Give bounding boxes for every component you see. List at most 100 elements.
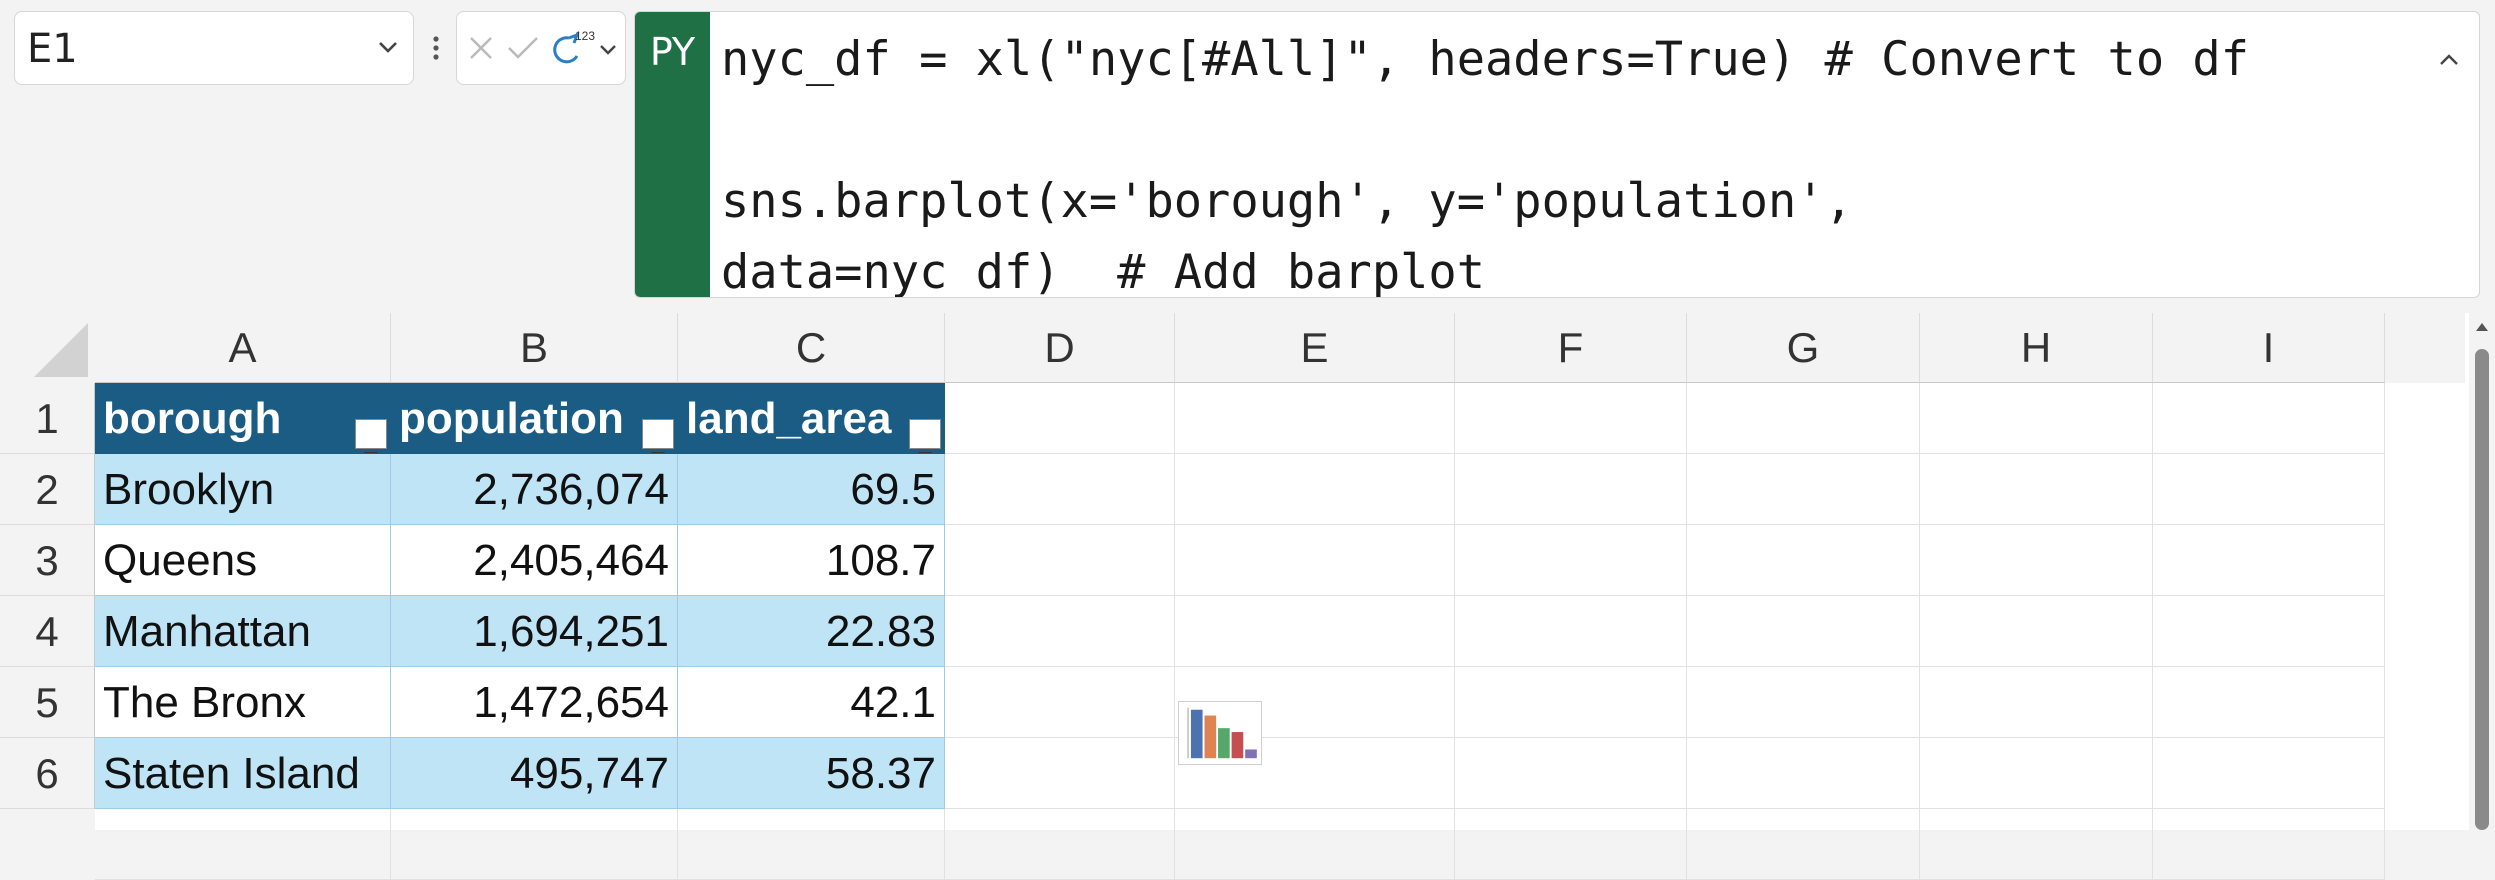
filter-dropdown-icon[interactable]: [909, 419, 941, 453]
cell[interactable]: [1455, 454, 1687, 525]
table-header-label: land_area: [686, 394, 892, 443]
name-box[interactable]: E1: [14, 11, 414, 85]
vertical-scrollbar[interactable]: [2469, 313, 2495, 830]
filter-dropdown-icon[interactable]: [355, 419, 387, 453]
cell[interactable]: [1920, 738, 2153, 809]
table-cell[interactable]: Staten Island: [95, 738, 391, 809]
cell[interactable]: [2153, 667, 2385, 738]
cell[interactable]: [1920, 383, 2153, 454]
code-line: sns.barplot(x='borough', y='population',: [721, 174, 1853, 229]
cell[interactable]: [678, 809, 945, 880]
cell[interactable]: [1687, 809, 1920, 880]
thumbnail-bar: [1231, 732, 1244, 759]
enter-check-icon[interactable]: [503, 30, 543, 66]
table-cell[interactable]: 69.5: [678, 454, 945, 525]
cell[interactable]: [1687, 525, 1920, 596]
cell[interactable]: [2153, 809, 2385, 880]
column-header[interactable]: D: [945, 313, 1175, 383]
table-cell[interactable]: 108.7: [678, 525, 945, 596]
scroll-up-icon[interactable]: [2474, 319, 2490, 333]
scroll-thumb[interactable]: [2475, 349, 2489, 830]
cell[interactable]: [1175, 525, 1455, 596]
table-cell[interactable]: 495,747: [391, 738, 678, 809]
table-cell[interactable]: The Bronx: [95, 667, 391, 738]
row-header[interactable]: 2: [0, 454, 95, 525]
cell[interactable]: [1687, 454, 1920, 525]
table-cell[interactable]: 22.83: [678, 596, 945, 667]
cell[interactable]: [1687, 667, 1920, 738]
cell[interactable]: [391, 809, 678, 880]
cell[interactable]: [95, 809, 391, 880]
cell[interactable]: [2153, 525, 2385, 596]
cell[interactable]: [1687, 596, 1920, 667]
column-header[interactable]: A: [95, 313, 391, 383]
table-cell[interactable]: Manhattan: [95, 596, 391, 667]
table-cell[interactable]: 42.1: [678, 667, 945, 738]
row-header[interactable]: 4: [0, 596, 95, 667]
cell[interactable]: [1175, 454, 1455, 525]
table-cell[interactable]: 1,472,654: [391, 667, 678, 738]
row-header[interactable]: 1: [0, 383, 95, 454]
table-cell[interactable]: 2,736,074: [391, 454, 678, 525]
chart-thumbnail[interactable]: [1178, 701, 1262, 765]
column-header[interactable]: F: [1455, 313, 1687, 383]
table-cell[interactable]: 2,405,464: [391, 525, 678, 596]
cell[interactable]: [1455, 667, 1687, 738]
chevron-down-icon[interactable]: [371, 30, 405, 64]
cell[interactable]: [1175, 596, 1455, 667]
cell[interactable]: [2153, 738, 2385, 809]
table-cell[interactable]: Brooklyn: [95, 454, 391, 525]
formula-input[interactable]: PY nyc_df = xl("nyc[#All]", headers=True…: [634, 11, 2480, 298]
column-header[interactable]: G: [1687, 313, 1920, 383]
column-header[interactable]: H: [1920, 313, 2153, 383]
row-header[interactable]: 3: [0, 525, 95, 596]
row-header[interactable]: 6: [0, 738, 95, 809]
column-header[interactable]: C: [678, 313, 945, 383]
table-header-cell[interactable]: borough: [95, 383, 391, 454]
cell[interactable]: [1687, 383, 1920, 454]
cell[interactable]: [1920, 454, 2153, 525]
table-header-cell[interactable]: population: [391, 383, 678, 454]
column-header[interactable]: E: [1175, 313, 1455, 383]
cell[interactable]: [1920, 596, 2153, 667]
cell[interactable]: [1920, 525, 2153, 596]
cell[interactable]: [2153, 596, 2385, 667]
table-cell[interactable]: 1,694,251: [391, 596, 678, 667]
column-headers: ABCDEFGHI: [95, 313, 2465, 383]
cell[interactable]: [1455, 738, 1687, 809]
cell[interactable]: [1455, 809, 1687, 880]
cell[interactable]: [2153, 454, 2385, 525]
cell[interactable]: [1455, 596, 1687, 667]
formula-code: nyc_df = xl("nyc[#All]", headers=True) #…: [721, 24, 2249, 297]
table-cell[interactable]: 58.37: [678, 738, 945, 809]
cell[interactable]: [1920, 667, 2153, 738]
cell[interactable]: [945, 596, 1175, 667]
cell[interactable]: [1687, 738, 1920, 809]
cell[interactable]: [1175, 383, 1455, 454]
cell[interactable]: [945, 809, 1175, 880]
column-header[interactable]: B: [391, 313, 678, 383]
row-header[interactable]: 5: [0, 667, 95, 738]
name-box-value: E1: [27, 26, 78, 72]
table-cell[interactable]: Queens: [95, 525, 391, 596]
more-options-icon[interactable]: [421, 28, 451, 68]
table-header-label: borough: [103, 394, 282, 443]
cell[interactable]: [945, 738, 1175, 809]
cell[interactable]: [945, 454, 1175, 525]
cell[interactable]: [945, 667, 1175, 738]
filter-dropdown-icon[interactable]: [642, 419, 674, 453]
table-header-cell[interactable]: land_area: [678, 383, 945, 454]
cell[interactable]: [945, 383, 1175, 454]
chevron-up-icon[interactable]: [2431, 44, 2467, 74]
cell[interactable]: [2153, 383, 2385, 454]
thumbnail-bar: [1190, 709, 1203, 759]
cell[interactable]: [1920, 809, 2153, 880]
column-header[interactable]: I: [2153, 313, 2385, 383]
cell[interactable]: [1455, 525, 1687, 596]
cell[interactable]: [1455, 383, 1687, 454]
cell[interactable]: [1175, 809, 1455, 880]
cancel-icon[interactable]: [463, 30, 499, 66]
cell[interactable]: [945, 525, 1175, 596]
python-output-type-button[interactable]: 123: [553, 26, 623, 72]
select-all-corner[interactable]: [0, 313, 95, 383]
